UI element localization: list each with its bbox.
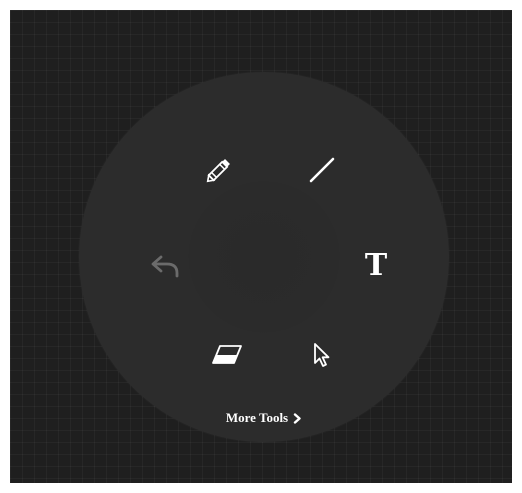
line-tool-button[interactable] [300,148,344,192]
drawing-canvas[interactable]: T More Tools [10,10,512,483]
cursor-icon [314,343,330,367]
undo-button[interactable] [144,244,188,288]
more-tools-label: More Tools [225,410,289,425]
text-icon: T [364,248,388,283]
radial-tool-menu: T More Tools [79,72,449,442]
line-icon [309,157,335,183]
pencil-tool-button[interactable] [197,148,241,192]
text-tool-button[interactable]: T [354,244,398,288]
more-tools-button[interactable]: More Tools [79,410,449,426]
select-tool-button[interactable] [300,333,344,377]
radial-menu-center [188,181,340,333]
eraser-tool-button[interactable] [205,333,249,377]
pencil-icon [206,159,230,183]
undo-arrow-icon [151,255,179,278]
chevron-right-icon [293,412,301,424]
eraser-icon [212,345,242,364]
